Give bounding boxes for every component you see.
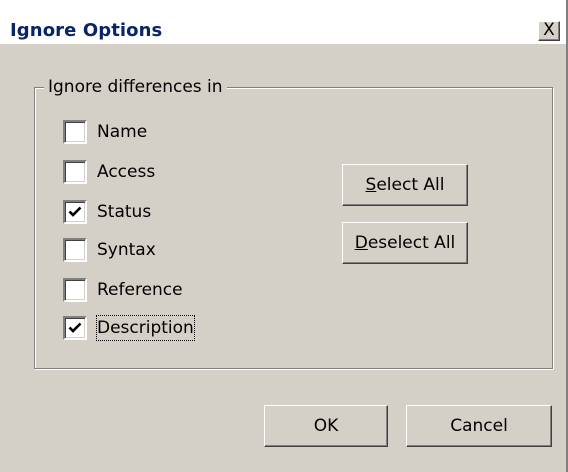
description-checkbox-label: Description bbox=[96, 315, 195, 341]
ok-button[interactable]: OK bbox=[264, 405, 388, 447]
title-bar: Ignore Options X bbox=[0, 0, 566, 44]
name-checkbox-label: Name bbox=[97, 122, 148, 142]
select-all-mnemonic: S bbox=[365, 175, 377, 195]
cancel-button[interactable]: Cancel bbox=[406, 405, 552, 447]
cancel-button-label: Cancel bbox=[450, 416, 508, 436]
name-checkbox[interactable] bbox=[63, 120, 87, 144]
access-checkbox[interactable] bbox=[63, 160, 87, 184]
groupbox-label: Ignore differences in bbox=[44, 77, 227, 97]
syntax-checkbox-label: Syntax bbox=[97, 240, 156, 260]
reference-checkbox[interactable] bbox=[63, 278, 87, 302]
status-checkbox-label: Status bbox=[97, 202, 152, 222]
ok-button-label: OK bbox=[313, 416, 339, 436]
deselect-all-button[interactable]: Deselect All bbox=[342, 222, 468, 264]
access-checkbox-label: Access bbox=[97, 162, 156, 182]
check-icon bbox=[68, 322, 82, 333]
deselect-all-mnemonic: D bbox=[354, 233, 368, 253]
check-icon bbox=[68, 206, 82, 217]
select-all-button[interactable]: Select All bbox=[342, 164, 468, 206]
syntax-checkbox[interactable] bbox=[63, 238, 87, 262]
deselect-all-label: eselect All bbox=[367, 233, 456, 253]
close-icon: X bbox=[543, 20, 555, 40]
reference-checkbox-label: Reference bbox=[97, 280, 183, 300]
close-button[interactable]: X bbox=[538, 20, 560, 41]
ignore-options-dialog: Ignore Options X Ignore differences in N… bbox=[0, 0, 568, 472]
dialog-title: Ignore Options bbox=[10, 20, 163, 41]
description-checkbox[interactable] bbox=[63, 316, 87, 340]
select-all-label: elect All bbox=[376, 175, 445, 195]
status-checkbox[interactable] bbox=[63, 200, 87, 224]
